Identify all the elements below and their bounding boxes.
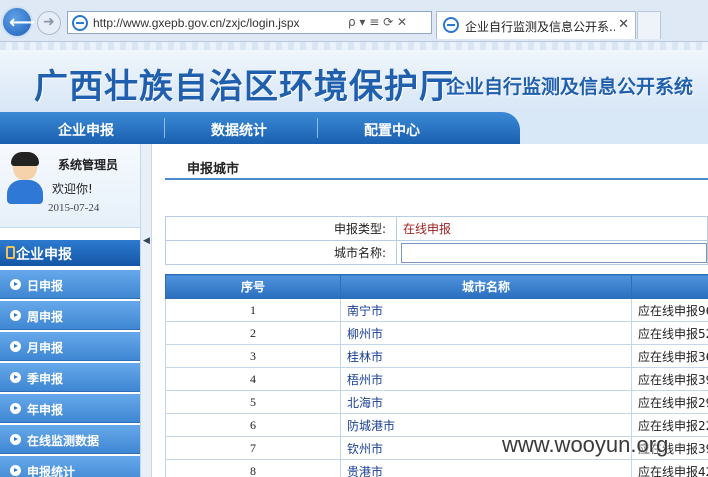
new-tab-button[interactable] <box>637 11 661 39</box>
filter-form: 申报类型: 在线申报 城市名称: <box>165 216 708 265</box>
address-url[interactable]: http://www.gxepb.gov.cn/zxjc/login.jspx <box>93 16 300 30</box>
page-title: 申报城市 <box>187 162 240 177</box>
city-link[interactable]: 北海市 <box>340 390 632 414</box>
table-row: 3 桂林市 应在线申报36 <box>165 344 708 368</box>
sidebar-item-daily[interactable]: 日申报 <box>0 270 140 299</box>
arrow-bullet-icon <box>10 372 21 383</box>
user-name: 系统管理员 <box>58 158 119 172</box>
back-button[interactable]: ⟵ <box>1 6 35 38</box>
arrow-bullet-icon <box>10 279 21 290</box>
sidebar: 系统管理员 欢迎你! 2015-07-24 企业申报 日申报 周申报 月申报 季… <box>0 144 140 477</box>
type-value: 在线申报 <box>396 216 708 241</box>
watermark: www.wooyun.org <box>502 432 669 457</box>
sidebar-collapse-bar[interactable]: ◀ <box>140 144 152 477</box>
tab-close-icon[interactable]: ✕ <box>618 17 629 32</box>
sidebar-item-yearly[interactable]: 年申报 <box>0 394 140 423</box>
avatar <box>6 152 44 206</box>
column-header-city: 城市名称 <box>340 274 632 299</box>
forward-button[interactable]: ➜ <box>37 11 61 35</box>
site-banner: 广西壮族自治区环境保护厅 企业自行监测及信息公开系统 <box>0 42 708 112</box>
main-content: 申报城市 申报类型: 在线申报 城市名称: 序号 城市名称 1 南宁市 应在线申报9… <box>165 144 708 477</box>
tab-title: 企业自行监测及信息公开系... <box>465 20 615 34</box>
sidebar-item-label: 日申报 <box>27 279 64 293</box>
sidebar-item-label: 年申报 <box>27 403 64 417</box>
city-label: 城市名称: <box>165 240 397 265</box>
table-row: 1 南宁市 应在线申报96 <box>165 298 708 322</box>
sidebar-item-quarterly[interactable]: 季申报 <box>0 363 140 392</box>
arrow-bullet-icon <box>10 465 21 476</box>
city-link[interactable]: 梧州市 <box>340 367 632 391</box>
sidebar-item-online-monitoring[interactable]: 在线监测数据 <box>0 425 140 454</box>
arrow-bullet-icon <box>10 341 21 352</box>
arrow-bullet-icon <box>10 403 21 414</box>
report-status[interactable]: 应在线申报39 <box>631 367 708 391</box>
arrow-right-icon: ➜ <box>43 14 55 30</box>
table-row: 4 梧州市 应在线申报39 <box>165 367 708 391</box>
site-title: 广西壮族自治区环境保护厅 <box>34 67 454 107</box>
user-panel: 系统管理员 欢迎你! 2015-07-24 <box>0 144 140 228</box>
browser-toolbar: ⟵ ➜ http://www.gxepb.gov.cn/zxjc/login.j… <box>0 0 708 42</box>
row-number: 5 <box>165 390 341 414</box>
row-number: 4 <box>165 367 341 391</box>
city-link[interactable]: 柳州市 <box>340 321 632 345</box>
city-link[interactable]: 桂林市 <box>340 344 632 368</box>
chevron-left-icon[interactable]: ◀ <box>143 236 150 246</box>
arrow-bullet-icon <box>10 434 21 445</box>
table-row: 5 北海市 应在线申报29 <box>165 390 708 414</box>
row-number: 6 <box>165 413 341 437</box>
report-status[interactable]: 应在线申报36 <box>631 344 708 368</box>
sidebar-item-weekly[interactable]: 周申报 <box>0 301 140 330</box>
sidebar-item-report-statistics[interactable]: 申报统计 <box>0 456 140 477</box>
ie-page-icon <box>72 15 88 31</box>
city-link[interactable]: 贵港市 <box>340 459 632 477</box>
sidebar-heading-label: 企业申报 <box>16 247 72 263</box>
city-name-input[interactable] <box>401 242 707 263</box>
arrow-left-icon: ⟵ <box>9 12 35 33</box>
sidebar-item-label: 周申报 <box>27 310 64 324</box>
system-subtitle: 企业自行监测及信息公开系统 <box>446 76 694 98</box>
top-navigation-bar: 企业申报 数据统计 配置中心 <box>0 112 520 144</box>
sidebar-heading[interactable]: 企业申报 <box>0 240 140 266</box>
address-bar[interactable]: http://www.gxepb.gov.cn/zxjc/login.jspx … <box>67 11 432 34</box>
nav-item-config-center[interactable]: 配置中心 <box>364 120 420 140</box>
type-label: 申报类型: <box>165 216 397 241</box>
city-link[interactable]: 南宁市 <box>340 298 632 322</box>
report-status[interactable]: 应在线申报29 <box>631 390 708 414</box>
document-icon <box>6 246 15 259</box>
column-header-number: 序号 <box>165 274 341 299</box>
sidebar-item-label: 季申报 <box>27 372 64 386</box>
sidebar-item-monthly[interactable]: 月申报 <box>0 332 140 361</box>
row-number: 8 <box>165 459 341 477</box>
welcome-text: 欢迎你! <box>52 182 93 196</box>
report-status[interactable]: 应在线申报96 <box>631 298 708 322</box>
nav-item-data-statistics[interactable]: 数据统计 <box>211 120 267 140</box>
nav-item-enterprise-report[interactable]: 企业申报 <box>58 120 114 140</box>
address-controls[interactable]: ρ ▾ ≡ ⟳ ✕ <box>348 15 407 29</box>
column-header-action <box>631 274 708 299</box>
sidebar-item-label: 月申报 <box>27 341 64 355</box>
row-number: 7 <box>165 436 341 460</box>
sidebar-item-label: 申报统计 <box>27 465 76 477</box>
nav-separator <box>164 118 165 138</box>
table-header-row: 序号 城市名称 <box>165 274 708 299</box>
login-date: 2015-07-24 <box>48 202 100 214</box>
top-navigation: 企业申报 数据统计 配置中心 <box>0 112 708 144</box>
sidebar-item-label: 在线监测数据 <box>27 434 100 448</box>
ie-tab-icon <box>443 17 459 33</box>
report-status[interactable]: 应在线申报52 <box>631 321 708 345</box>
report-status[interactable]: 应在线申报42 <box>631 459 708 477</box>
row-number: 1 <box>165 298 341 322</box>
arrow-bullet-icon <box>10 310 21 321</box>
row-number: 2 <box>165 321 341 345</box>
table-row: 2 柳州市 应在线申报52 <box>165 321 708 345</box>
nav-separator <box>317 118 318 138</box>
browser-tab[interactable]: 企业自行监测及信息公开系... ✕ <box>436 11 636 39</box>
table-row: 8 贵港市 应在线申报42 <box>165 459 708 477</box>
page-title-bar: 申报城市 <box>165 148 708 180</box>
row-number: 3 <box>165 344 341 368</box>
